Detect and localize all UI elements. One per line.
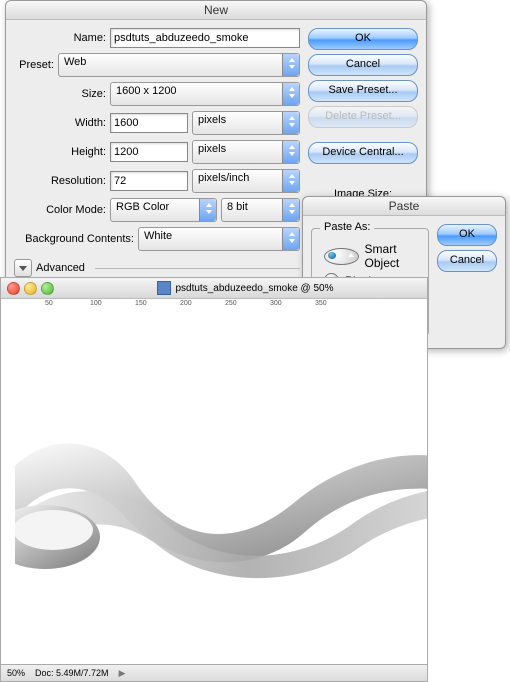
bg-contents-label: Background Contents: (14, 233, 134, 245)
name-input[interactable] (110, 28, 300, 48)
document-titlebar[interactable]: psdtuts_abduzeedo_smoke @ 50% (1, 278, 427, 299)
document-window: psdtuts_abduzeedo_smoke @ 50% 50 100 150… (0, 277, 428, 682)
color-mode-label: Color Mode: (14, 204, 106, 216)
save-preset-button[interactable]: Save Preset... (308, 80, 418, 102)
vertical-ruler[interactable] (1, 312, 16, 665)
size-select[interactable]: 1600 x 1200 (110, 82, 300, 106)
name-label: Name: (14, 32, 106, 44)
document-icon (157, 281, 171, 295)
paste-dialog-title: Paste (303, 197, 505, 216)
delete-preset-button: Delete Preset... (308, 106, 418, 128)
width-label: Width: (14, 117, 106, 129)
canvas-area[interactable] (15, 312, 427, 665)
cancel-button[interactable]: Cancel (308, 54, 418, 76)
color-depth-select[interactable]: 8 bit (221, 198, 300, 222)
width-unit-select[interactable]: pixels (192, 111, 300, 135)
device-central-button[interactable]: Device Central... (308, 142, 418, 164)
height-unit-select[interactable]: pixels (192, 140, 300, 164)
resolution-unit-select[interactable]: pixels/inch (192, 169, 300, 193)
minimize-icon[interactable] (24, 282, 37, 295)
paste-ok-button[interactable]: OK (437, 224, 497, 246)
paste-as-legend: Paste As: (320, 221, 374, 233)
advanced-disclosure[interactable] (14, 259, 32, 277)
paste-cancel-button[interactable]: Cancel (437, 250, 497, 272)
resolution-label: Resolution: (14, 175, 106, 187)
ok-button[interactable]: OK (308, 28, 418, 50)
width-input[interactable] (110, 113, 188, 133)
document-title: psdtuts_abduzeedo_smoke @ 50% (175, 283, 333, 294)
smoke-artwork (15, 392, 427, 602)
preset-select[interactable]: Web (58, 53, 300, 77)
zoom-level[interactable]: 50% (7, 668, 25, 678)
height-label: Height: (14, 146, 106, 158)
radio-smart-object[interactable]: Smart Object (324, 242, 416, 270)
height-input[interactable] (110, 142, 188, 162)
dialog-title: New (6, 1, 426, 20)
radio-icon (324, 248, 359, 265)
zoom-icon[interactable] (41, 282, 54, 295)
color-mode-select[interactable]: RGB Color (110, 198, 217, 222)
size-label: Size: (14, 88, 106, 100)
advanced-label: Advanced (36, 262, 85, 274)
resolution-input[interactable] (110, 171, 188, 191)
preset-label: Preset: (14, 59, 54, 71)
bg-contents-select[interactable]: White (138, 227, 300, 251)
close-icon[interactable] (7, 282, 20, 295)
status-bar: 50% Doc: 5.49M/7.72M ▶ (1, 664, 427, 681)
doc-size: Doc: 5.49M/7.72M (35, 668, 109, 678)
